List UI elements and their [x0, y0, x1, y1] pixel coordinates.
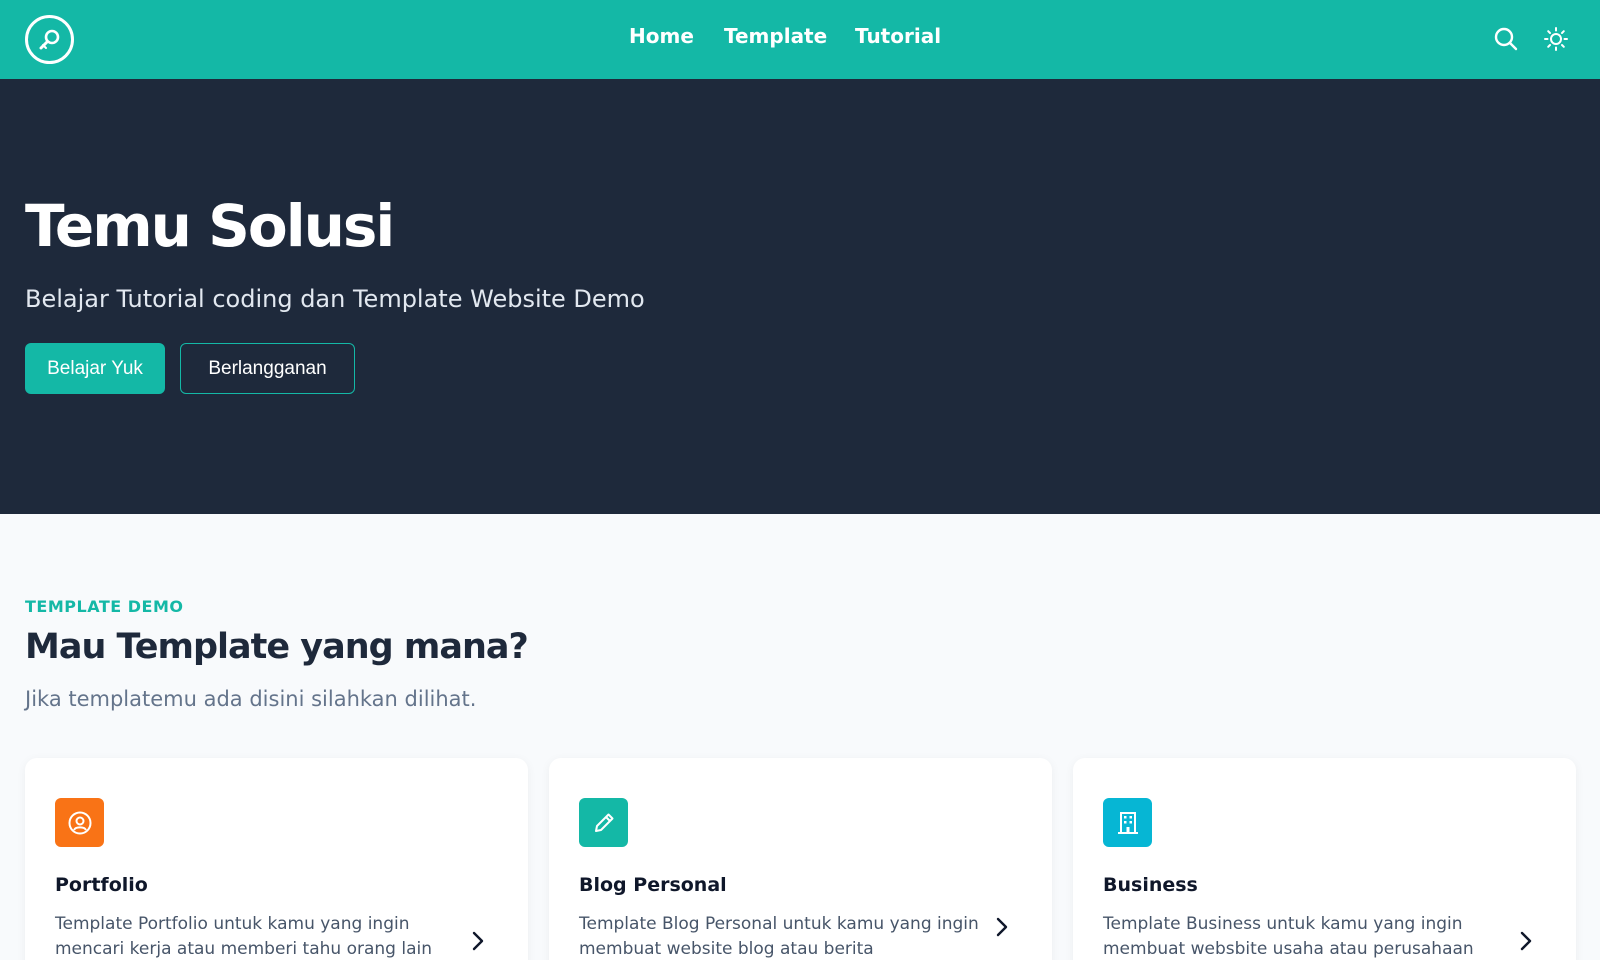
template-card-portfolio[interactable]: Portfolio Template Portfolio untuk kamu … [25, 758, 528, 960]
pencil-icon [594, 813, 613, 832]
card-arrow[interactable] [1515, 930, 1537, 952]
section-subtitle: Jika templatemu ada disini silahkan dili… [25, 687, 477, 711]
nav-tutorial[interactable]: Tutorial [855, 24, 941, 48]
card-title: Business [1103, 874, 1198, 896]
top-navbar: Home Template Tutorial [0, 0, 1600, 79]
hero-title: Temu Solusi [25, 192, 395, 260]
chevron-right-icon [472, 931, 484, 951]
building-icon [1117, 811, 1138, 834]
card-arrow[interactable] [991, 916, 1013, 938]
card-description: Template Business untuk kamu yang ingin … [1103, 914, 1474, 959]
template-card-blog-personal[interactable]: Blog Personal Template Blog Personal unt… [549, 758, 1052, 960]
nav-home[interactable]: Home [629, 24, 694, 48]
hero-subtitle: Belajar Tutorial coding dan Template Web… [25, 285, 645, 313]
card-description: Template Portfolio untuk kamu yang ingin… [55, 914, 432, 959]
card-icon-badge [579, 798, 628, 847]
template-card-business[interactable]: Business Template Business untuk kamu ya… [1073, 758, 1576, 960]
search-icon [1494, 27, 1518, 51]
card-description: Template Blog Personal untuk kamu yang i… [579, 914, 979, 959]
hero-section: Temu Solusi Belajar Tutorial coding dan … [0, 79, 1600, 514]
card-arrow[interactable] [467, 930, 489, 952]
card-title: Portfolio [55, 874, 148, 896]
card-icon-badge [1103, 798, 1152, 847]
nav-template[interactable]: Template [724, 24, 827, 48]
subscribe-button[interactable]: Berlangganan [180, 343, 355, 394]
sun-icon [1544, 27, 1568, 51]
theme-toggle-button[interactable] [1543, 26, 1569, 52]
belajar-yuk-button[interactable]: Belajar Yuk [25, 343, 165, 394]
section-title: Mau Template yang mana? [25, 627, 529, 667]
chevron-right-icon [1520, 931, 1532, 951]
chevron-right-icon [996, 917, 1008, 937]
card-icon-badge [55, 798, 104, 847]
card-title: Blog Personal [579, 874, 727, 896]
user-circle-icon [68, 811, 91, 834]
main-nav: Home Template Tutorial [0, 0, 1600, 79]
search-button[interactable] [1493, 26, 1519, 52]
section-eyebrow: TEMPLATE DEMO [25, 597, 184, 616]
